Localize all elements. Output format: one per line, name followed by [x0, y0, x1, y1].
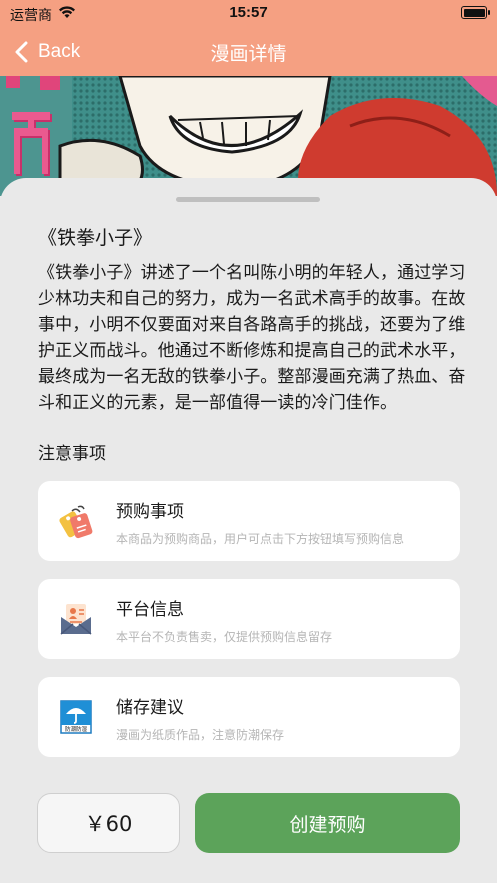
sheet-drag-handle[interactable] — [176, 197, 320, 202]
notice-title: 平台信息 — [116, 600, 184, 620]
notice-desc: 本平台不负责售卖，仅提供预购信息留存 — [116, 630, 333, 644]
price-display: ￥60 — [37, 793, 180, 853]
icon-caption: 防潮防湿 — [65, 725, 88, 733]
navigation-bar: Back 漫画详情 — [0, 28, 497, 76]
create-preorder-button[interactable]: 创建预购 — [195, 793, 460, 853]
platform-mail-icon — [60, 604, 92, 635]
notice-title: 储存建议 — [116, 698, 184, 718]
notice-card-platform: 平台信息 本平台不负责售卖，仅提供预购信息留存 — [38, 579, 460, 659]
comic-description: 《铁拳小子》讲述了一个名叫陈小明的年轻人，通过学习少林功夫和自己的努力，成为一名… — [38, 263, 466, 413]
notice-card-storage: 防潮防湿 储存建议 漫画为纸质作品，注意防潮保存 — [38, 677, 460, 757]
notice-title: 预购事项 — [116, 502, 184, 522]
price-tags-icon — [59, 505, 93, 539]
battery-icon — [461, 6, 490, 19]
notice-card-preorder: 预购事项 本商品为预购商品，用户可点击下方按钮填写预购信息 — [38, 481, 460, 561]
notice-desc: 本商品为预购商品，用户可点击下方按钮填写预购信息 — [116, 532, 405, 546]
status-bar: 运营商 15:57 — [0, 0, 497, 28]
notice-desc: 漫画为纸质作品，注意防潮保存 — [116, 728, 285, 742]
page-title: 漫画详情 — [210, 43, 287, 65]
notices-heading: 注意事项 — [38, 444, 106, 464]
moisture-umbrella-icon: 防潮防湿 — [60, 700, 92, 734]
clock: 15:57 — [229, 4, 268, 21]
comic-title: 《铁拳小子》 — [38, 227, 153, 249]
detail-sheet: 《铁拳小子》 《铁拳小子》讲述了一个名叫陈小明的年轻人，通过学习少林功夫和自己的… — [0, 178, 497, 883]
